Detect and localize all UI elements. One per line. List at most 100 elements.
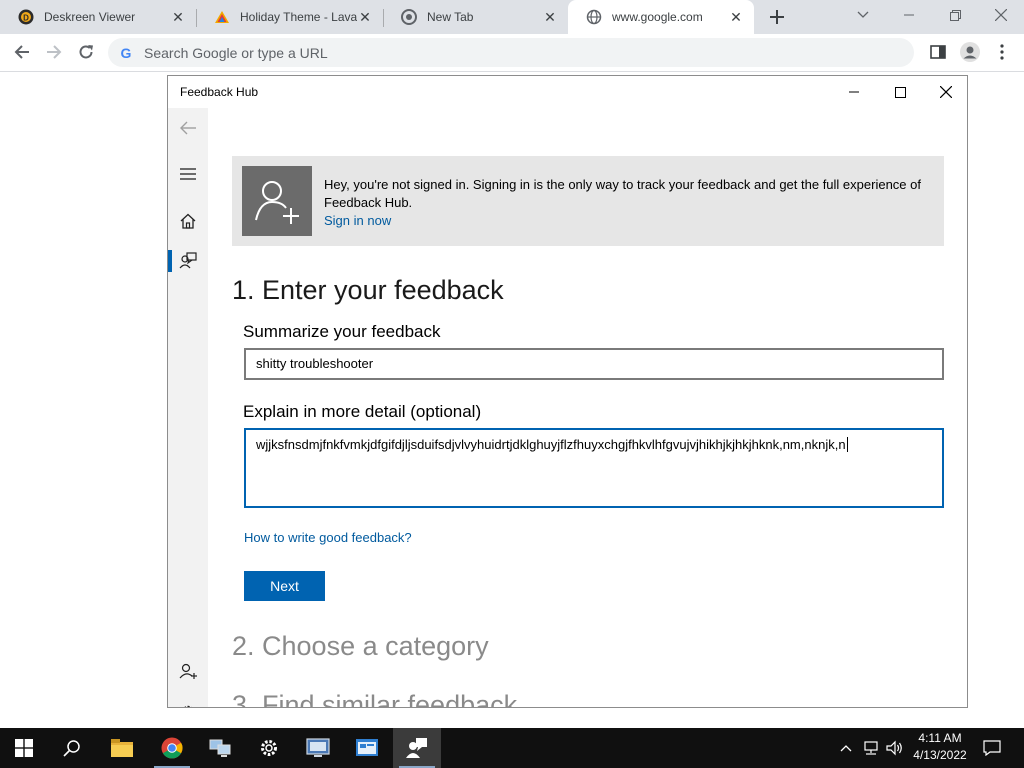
chrome-icon [161,737,183,759]
taskbar-remote-app[interactable] [294,728,342,768]
add-person-icon [242,166,312,236]
nav-back-button[interactable] [168,110,208,146]
reload-icon [79,45,93,59]
network-button[interactable] [860,728,882,768]
taskbar-control-app[interactable] [343,728,391,768]
reload-button[interactable] [72,38,100,66]
feedback-hub-window: Feedback Hub Hey, you're not signed in. … [167,75,968,708]
kebab-menu-icon [1000,44,1004,60]
taskbar-clock[interactable]: 4:11 AM 4/13/2022 [906,730,974,764]
network-icon [864,741,878,755]
arrow-left-icon [180,121,196,135]
taskbar-search-button[interactable] [48,728,96,768]
forward-button[interactable] [40,38,68,66]
close-tab-icon[interactable]: ✕ [728,9,744,25]
window-close-button[interactable] [923,76,967,108]
svg-text:D: D [23,14,29,23]
detail-label: Explain in more detail (optional) [243,402,482,421]
minimize-icon [849,91,859,93]
minimize-icon [904,14,914,16]
clock-time: 4:11 AM [918,731,962,745]
volume-button[interactable] [884,728,906,768]
back-button[interactable] [8,38,36,66]
chevron-down-icon [857,11,869,18]
profile-button[interactable] [956,38,984,66]
browser-close-button[interactable] [978,0,1024,30]
globe-icon [586,9,602,25]
taskbar-settings[interactable] [245,728,293,768]
browser-minimize-button[interactable] [886,0,932,30]
summary-input-value: shitty troubleshooter [256,356,374,371]
start-button[interactable] [0,728,48,768]
detail-input-value-wrapper: wjjksfnsdmjfnkfvmkjdfgifdjljsduifsdjvlvy… [256,437,848,452]
summary-input[interactable]: shitty troubleshooter [244,348,944,380]
profile-avatar-icon [960,42,980,62]
notifications-button[interactable] [978,728,1006,768]
sign-in-message: Hey, you're not signed in. Signing in is… [324,177,921,210]
text-caret [846,437,848,452]
step3-heading[interactable]: 3. Find similar feedback [232,690,517,707]
hamburger-icon [180,168,196,180]
step1-heading: 1. Enter your feedback [232,275,504,305]
show-hidden-icons-button[interactable] [836,728,856,768]
browser-tabstrip: D Deskreen Viewer ✕ Holiday Theme - Lava… [0,0,1024,34]
tab-new-tab[interactable]: New Tab ✕ [383,0,568,34]
nav-home-button[interactable] [168,203,208,239]
tab-title: Deskreen Viewer [44,10,136,24]
new-tab-button[interactable] [766,6,788,28]
summary-label: Summarize your feedback [243,322,441,341]
nav-menu-button[interactable] [168,156,208,192]
google-icon: G [120,44,132,61]
nav-account-button[interactable] [168,653,208,689]
search-icon [63,740,80,757]
detail-textarea[interactable]: wjjksfnsdmjfnkfvmkjdfgifdjljsduifsdjvlvy… [244,428,944,508]
close-tab-icon[interactable]: ✕ [357,9,373,25]
next-button[interactable]: Next [244,571,325,601]
chrome-icon [401,9,417,25]
tab-holiday-theme[interactable]: Holiday Theme - Lavas ✕ [196,0,383,34]
taskbar-chrome[interactable] [148,728,196,768]
feedback-hub-icon [406,738,427,758]
volume-icon [886,740,902,756]
folder-icon [111,739,133,757]
side-panel-button[interactable] [924,38,952,66]
close-tab-icon[interactable]: ✕ [542,9,558,25]
window-title: Feedback Hub [180,85,259,99]
taskbar-feedback-hub[interactable] [393,728,441,768]
lavasoft-icon [214,9,230,25]
tab-search-button[interactable] [840,0,886,30]
side-panel-icon [930,45,946,59]
clock-date: 4/13/2022 [913,748,967,762]
tab-title: New Tab [427,10,474,24]
step2-heading[interactable]: 2. Choose a category [232,631,489,662]
nav-settings-button[interactable] [168,694,208,707]
taskbar: 4:11 AM 4/13/2022 [0,728,1024,768]
how-to-write-feedback-link[interactable]: How to write good feedback? [244,530,412,545]
chevron-up-icon [840,745,852,752]
monitor-icon [306,738,330,757]
tab-google[interactable]: www.google.com ✕ [568,0,754,34]
plus-icon [770,10,784,24]
browser-toolbar: G Search Google or type a URL [0,34,1024,72]
taskbar-file-explorer[interactable] [98,728,146,768]
add-user-icon [179,663,197,679]
browser-restore-button[interactable] [932,0,978,30]
computers-icon [209,739,231,757]
tab-title: Holiday Theme - Lavas [240,10,357,24]
taskbar-network-app[interactable] [196,728,244,768]
address-bar[interactable]: G Search Google or type a URL [108,38,914,67]
close-tab-icon[interactable]: ✕ [170,9,186,25]
tab-title: www.google.com [612,10,703,24]
nav-feedback-button[interactable] [168,243,208,279]
browser-menu-button[interactable] [988,38,1016,66]
window-maximize-button[interactable] [877,76,923,108]
close-icon [940,86,952,98]
tab-deskreen-viewer[interactable]: D Deskreen Viewer ✕ [0,0,196,34]
window-minimize-button[interactable] [831,76,877,108]
app-window-icon [356,739,378,756]
sign-in-link[interactable]: Sign in now [324,213,391,228]
windows-icon [15,739,33,757]
gear-icon [261,740,277,756]
restore-icon [949,9,961,21]
gear-icon [184,705,192,707]
